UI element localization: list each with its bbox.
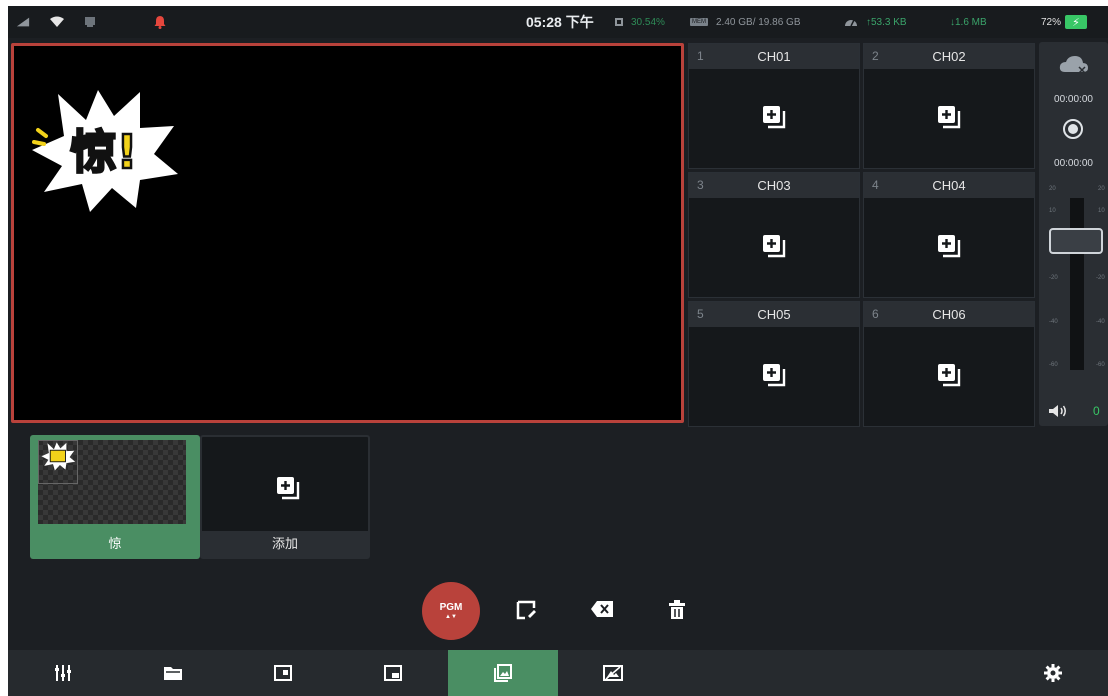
cpu-usage: 30.54% — [613, 6, 665, 38]
channel-3[interactable]: 3 CH03 — [688, 172, 860, 298]
cloud-stream-icon[interactable] — [1059, 54, 1089, 76]
tab-mixer[interactable] — [8, 650, 118, 696]
edit-scene-icon[interactable] — [516, 600, 538, 620]
speaker-volume-icon[interactable] — [1048, 404, 1068, 418]
backspace-delete-icon[interactable] — [590, 600, 614, 618]
volume-fader[interactable] — [1049, 228, 1103, 254]
battery-charging-icon: ⚡ — [1065, 15, 1088, 29]
channel-6[interactable]: 6 CH06 — [863, 301, 1035, 427]
meter-tick: 10 — [1049, 208, 1056, 214]
volume-value: 0 — [1093, 404, 1100, 418]
memory-value: 2.40 GB/ 19.86 GB — [716, 16, 801, 28]
cpu-icon — [615, 18, 623, 26]
memory-usage: MEM 2.40 GB/ 19.86 GB — [690, 6, 801, 38]
gear-icon — [1044, 664, 1062, 682]
cell-signal-icon — [16, 6, 30, 38]
meter-tick: -20 — [1096, 275, 1105, 281]
channel-name: CH05 — [757, 307, 791, 322]
channel-name: CH01 — [757, 49, 791, 64]
meter-tick: -60 — [1096, 362, 1105, 368]
add-scene-button[interactable]: 添加 — [200, 435, 370, 559]
battery-status: 72% ⚡ — [1041, 6, 1088, 38]
audio-level-meter — [1070, 198, 1084, 370]
bottom-tab-bar — [8, 650, 1108, 696]
sticker-text: 惊! — [71, 125, 138, 179]
scene-thumbnail — [38, 440, 186, 524]
stream-time: 00:00:00 — [1054, 94, 1093, 105]
channel-header: 6 CH06 — [864, 302, 1034, 327]
wifi-icon — [50, 6, 64, 38]
channel-5[interactable]: 5 CH05 — [688, 301, 860, 427]
tab-pip[interactable] — [228, 650, 338, 696]
app-window: 05:28 下午 30.54% MEM 2.40 GB/ 19.86 GB ↑5… — [8, 6, 1108, 696]
add-source-icon[interactable] — [936, 362, 962, 388]
battery-percent: 72% — [1041, 16, 1062, 28]
channel-1[interactable]: 1 CH01 — [688, 43, 860, 169]
tab-no-image[interactable] — [558, 650, 668, 696]
clock: 05:28 下午 — [526, 14, 594, 30]
network-upload: ↑53.3 KB — [844, 6, 907, 38]
add-source-icon[interactable] — [936, 104, 962, 130]
trash-icon[interactable] — [668, 600, 686, 620]
folder-icon — [164, 667, 182, 680]
device-icon — [84, 6, 96, 38]
tab-overlay[interactable] — [338, 650, 448, 696]
scene-label: 惊 — [108, 536, 122, 551]
tab-sticker[interactable] — [448, 650, 558, 696]
channel-name: CH04 — [932, 178, 966, 193]
add-source-icon[interactable] — [761, 362, 787, 388]
add-source-icon[interactable] — [936, 233, 962, 259]
meter-tick: -40 — [1049, 319, 1058, 325]
program-preview[interactable]: 惊! — [11, 43, 684, 423]
sticker-thumbnail — [38, 440, 78, 484]
channel-header: 4 CH04 — [864, 173, 1034, 198]
channel-header: 2 CH02 — [864, 44, 1034, 69]
add-scene-label: 添加 — [202, 531, 368, 557]
channel-header: 1 CH01 — [689, 44, 859, 69]
scene-item-selected[interactable]: 惊 — [30, 435, 200, 559]
picture-in-picture-icon — [274, 665, 292, 681]
add-source-icon[interactable] — [761, 104, 787, 130]
speedometer-icon — [845, 19, 857, 27]
download-total: ↓1.6 MB — [950, 16, 987, 28]
status-bar: 05:28 下午 30.54% MEM 2.40 GB/ 19.86 GB ↑5… — [8, 6, 1108, 38]
meter-tick: -40 — [1096, 319, 1105, 325]
pgm-label: PGM — [439, 602, 463, 613]
no-image-icon — [603, 665, 623, 681]
meter-tick: 10 — [1098, 208, 1105, 214]
memory-tag: MEM — [690, 18, 708, 26]
cpu-percent: 30.54% — [631, 16, 665, 28]
pgm-button[interactable]: PGM ▲▼ — [422, 582, 480, 640]
meter-tick: -60 — [1049, 362, 1058, 368]
channel-name: CH02 — [932, 49, 966, 64]
channel-header: 3 CH03 — [689, 173, 859, 198]
meter-tick: 20 — [1049, 186, 1056, 192]
overlay-window-icon — [384, 665, 402, 681]
tab-media[interactable] — [118, 650, 228, 696]
add-scene-icon — [277, 477, 300, 500]
sticker-image-icon — [494, 664, 512, 682]
pgm-arrows: ▲▼ — [445, 614, 457, 620]
channel-name: CH06 — [932, 307, 966, 322]
upload-speed: ↑53.3 KB — [866, 16, 907, 28]
channel-header: 5 CH05 — [689, 302, 859, 327]
notification-bell-icon[interactable] — [154, 6, 166, 38]
meter-tick: 20 — [1098, 186, 1105, 192]
meter-tick: -20 — [1049, 275, 1058, 281]
mixer-sliders-icon — [55, 665, 71, 681]
add-source-icon[interactable] — [761, 233, 787, 259]
output-panel: 00:00:00 00:00:00 20 20 10 10 -20 -20 -4… — [1039, 42, 1108, 426]
record-time: 00:00:00 — [1054, 158, 1093, 169]
sticker-overlay: 惊! — [32, 90, 178, 212]
channel-4[interactable]: 4 CH04 — [863, 172, 1035, 298]
channel-name: CH03 — [757, 178, 791, 193]
record-button[interactable] — [1063, 119, 1083, 139]
channel-2[interactable]: 2 CH02 — [863, 43, 1035, 169]
settings-button[interactable] — [998, 650, 1108, 696]
